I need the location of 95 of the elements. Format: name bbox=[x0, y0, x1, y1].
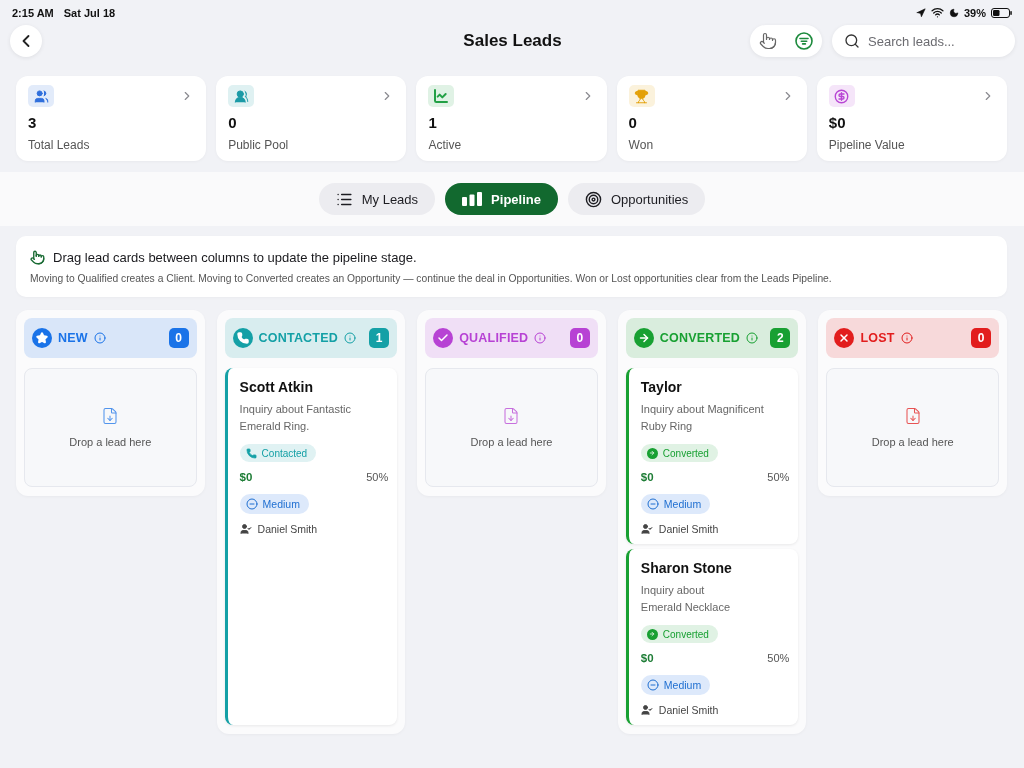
arrow-circle-icon bbox=[646, 628, 658, 640]
info-text: Moving to Qualified creates a Client. Moving to Converted creates an Opportunity — continue the deal in Opportunities. Won or Lost opportunities clear from the Leads Pipeline. bbox=[30, 273, 833, 284]
column-title: NEW bbox=[58, 331, 88, 345]
stat-label: Active bbox=[428, 138, 462, 152]
status-text: Converted bbox=[662, 447, 709, 459]
location-icon bbox=[915, 7, 926, 18]
view-tab[interactable]: My Leads bbox=[318, 183, 436, 215]
column-title: LOST bbox=[860, 331, 895, 345]
user-check-icon bbox=[640, 704, 653, 716]
lead-name: Taylor bbox=[640, 379, 682, 396]
lead-count: 0 bbox=[168, 328, 189, 348]
stat-label: Won bbox=[628, 138, 654, 152]
back-button[interactable] bbox=[10, 25, 42, 57]
hand-icon bbox=[759, 32, 777, 50]
file-download-icon bbox=[502, 407, 521, 425]
x-circle-icon bbox=[834, 328, 855, 348]
info-icon bbox=[900, 332, 913, 344]
lead-card[interactable]: Scott Atkin Inquiry about Fantastic Emerald Ring. Contacted $0 50% Medium Daniel Smith bbox=[224, 368, 398, 725]
filter-button[interactable] bbox=[792, 29, 816, 53]
search-field[interactable]: Search leads... bbox=[832, 25, 1015, 57]
arrow-circle-icon bbox=[646, 447, 658, 459]
owner-name: Daniel Smith bbox=[658, 703, 719, 717]
lead-probability: 50% bbox=[767, 651, 790, 665]
view-tab[interactable]: Opportunities bbox=[567, 183, 706, 215]
stat-card[interactable]: $0 Pipeline Value bbox=[816, 76, 1007, 161]
status-date: Sat Jul 18 bbox=[63, 6, 116, 19]
info-icon bbox=[534, 332, 547, 344]
stat-value: 0 bbox=[628, 114, 637, 132]
drop-zone-text: Drop a lead here bbox=[871, 436, 954, 448]
view-tab[interactable]: Pipeline bbox=[445, 183, 558, 215]
stat-value: 3 bbox=[28, 114, 37, 132]
minus-circle-icon bbox=[646, 498, 659, 510]
priority-text: Medium bbox=[663, 498, 702, 510]
phone-icon bbox=[232, 328, 253, 348]
battery-icon bbox=[991, 7, 1012, 18]
lead-card[interactable]: Taylor Inquiry about Magnificent Ruby Ring Converted $0 50% Medium Daniel Smith bbox=[625, 368, 799, 544]
info-icon bbox=[746, 332, 759, 344]
wifi-icon bbox=[930, 6, 944, 19]
drop-zone-text: Drop a lead here bbox=[69, 436, 152, 448]
lead-count: 0 bbox=[971, 328, 991, 348]
lead-value: $0 bbox=[640, 651, 654, 665]
column-title: CONVERTED bbox=[659, 331, 741, 345]
stat-card[interactable]: 1 Active bbox=[416, 76, 607, 161]
stat-card[interactable]: 0 Public Pool bbox=[216, 76, 407, 161]
lead-count: 0 bbox=[569, 328, 590, 348]
arrow-circle-icon bbox=[633, 328, 654, 348]
lead-name: Sharon Stone bbox=[640, 560, 732, 577]
page-title: Sales Leads bbox=[463, 31, 562, 51]
file-download-icon bbox=[903, 407, 922, 425]
lead-description: Inquiry about Fantastic Emerald Ring. bbox=[239, 402, 351, 434]
lead-count: 2 bbox=[770, 328, 791, 348]
column-title: QUALIFIED bbox=[459, 331, 529, 345]
stat-label: Pipeline Value bbox=[828, 138, 905, 152]
owner-name: Daniel Smith bbox=[658, 522, 719, 536]
column-title: CONTACTED bbox=[258, 331, 338, 345]
drop-zone-text: Drop a lead here bbox=[470, 436, 553, 448]
bar-chart-icon bbox=[462, 192, 483, 206]
phone-icon bbox=[245, 447, 257, 459]
lead-probability: 50% bbox=[366, 470, 389, 484]
lead-description: Inquiry about Emerald Necklace bbox=[640, 583, 731, 615]
priority-text: Medium bbox=[262, 498, 300, 510]
minus-circle-icon bbox=[646, 679, 659, 691]
search-icon bbox=[844, 33, 860, 49]
lead-description: Inquiry about Magnificent Ruby Ring bbox=[640, 402, 764, 434]
info-title: Drag lead cards between columns to update the pipeline stage. bbox=[53, 250, 417, 265]
user-check-icon bbox=[640, 523, 653, 535]
status-text: Contacted bbox=[261, 447, 308, 459]
hand-icon bbox=[30, 250, 45, 265]
lead-value: $0 bbox=[640, 470, 654, 484]
file-download-icon bbox=[101, 407, 120, 425]
lead-probability: 50% bbox=[767, 470, 790, 484]
lead-value: $0 bbox=[239, 470, 253, 484]
check-circle-icon bbox=[433, 328, 454, 348]
info-icon bbox=[343, 332, 356, 344]
moon-icon bbox=[948, 7, 959, 18]
stat-label: Public Pool bbox=[228, 138, 289, 152]
lead-card[interactable]: Sharon Stone Inquiry about Emerald Necklace Converted $0 50% Medium Daniel Smith bbox=[625, 549, 799, 725]
stat-card[interactable]: 3 Total Leads bbox=[16, 76, 207, 161]
status-time: 2:15 AM bbox=[12, 6, 54, 19]
minus-circle-icon bbox=[245, 498, 258, 510]
owner-name: Daniel Smith bbox=[257, 522, 318, 536]
user-check-icon bbox=[239, 523, 252, 535]
info-icon bbox=[93, 332, 106, 344]
battery-percent: 39% bbox=[963, 6, 986, 19]
stat-card[interactable]: 0 Won bbox=[616, 76, 807, 161]
lead-count: 1 bbox=[369, 328, 390, 348]
filter-icon bbox=[795, 32, 813, 50]
stat-value: 0 bbox=[228, 114, 237, 132]
lead-name: Scott Atkin bbox=[239, 379, 313, 396]
stat-label: Total Leads bbox=[28, 138, 90, 152]
status-text: Converted bbox=[662, 628, 709, 640]
target-icon bbox=[584, 190, 602, 208]
priority-text: Medium bbox=[663, 679, 702, 691]
stat-value: 1 bbox=[428, 114, 437, 132]
stat-value: $0 bbox=[828, 114, 846, 132]
